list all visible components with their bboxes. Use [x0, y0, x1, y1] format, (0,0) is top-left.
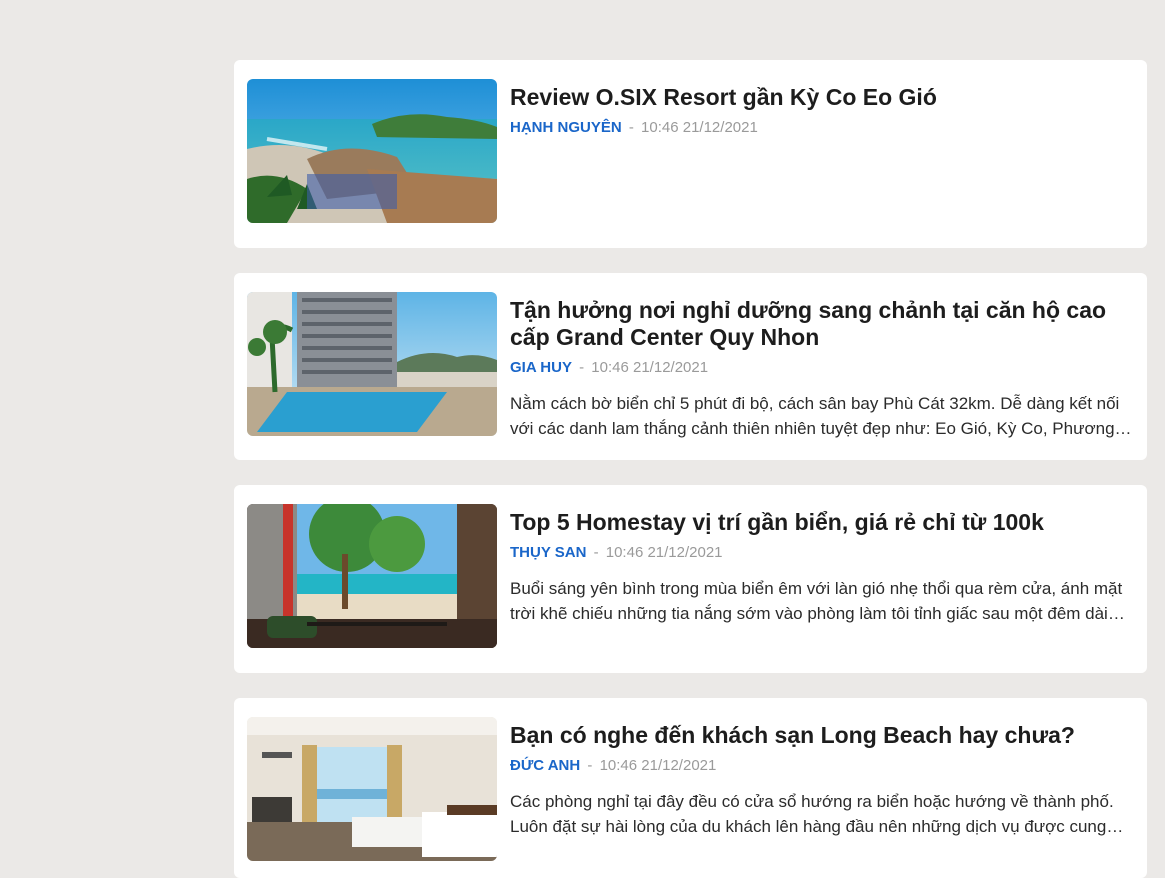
article-time: 10:46 21/12/2021	[591, 359, 709, 376]
article-title[interactable]: Tận hưởng nơi nghỉ dưỡng sang chảnh tại …	[510, 297, 1135, 351]
article-description: Buổi sáng yên bình trong mùa biển êm với…	[510, 579, 1123, 623]
article-author[interactable]: HẠNH NGUYÊN	[510, 119, 622, 136]
article-title[interactable]: Review O.SIX Resort gần Kỳ Co Eo Gió	[510, 84, 1135, 111]
article-time: 10:46 21/12/2021	[605, 544, 723, 561]
article-thumbnail[interactable]	[247, 504, 497, 648]
article-description: Nằm cách bờ biển chỉ 5 phút đi bộ, cách …	[510, 394, 1120, 438]
resort-coast-image	[247, 79, 497, 223]
article-thumbnail[interactable]	[247, 717, 497, 861]
article-thumbnail[interactable]	[247, 79, 497, 223]
article-meta: ĐỨC ANH - 10:46 21/12/2021	[510, 757, 1135, 775]
article-thumbnail[interactable]	[247, 292, 497, 436]
article-author[interactable]: THỤY SAN	[510, 544, 586, 561]
article-title[interactable]: Bạn có nghe đến khách sạn Long Beach hay…	[510, 722, 1135, 749]
article-card[interactable]: Tận hưởng nơi nghỉ dưỡng sang chảnh tại …	[234, 273, 1147, 460]
article-card[interactable]: Top 5 Homestay vị trí gần biển, giá rẻ c…	[234, 485, 1147, 673]
article-time: 10:46 21/12/2021	[641, 119, 758, 136]
article-author[interactable]: ĐỨC ANH	[510, 757, 580, 774]
meta-separator: -	[593, 544, 599, 561]
article-card[interactable]: Bạn có nghe đến khách sạn Long Beach hay…	[234, 698, 1147, 878]
hotel-pool-image	[247, 292, 497, 436]
article-title[interactable]: Top 5 Homestay vị trí gần biển, giá rẻ c…	[510, 509, 1135, 536]
homestay-window-image	[247, 504, 497, 648]
meta-separator: -	[579, 359, 585, 376]
article-meta: GIA HUY - 10:46 21/12/2021	[510, 359, 1135, 377]
article-author[interactable]: GIA HUY	[510, 359, 572, 376]
article-meta: THỤY SAN - 10:46 21/12/2021	[510, 544, 1135, 562]
meta-separator: -	[587, 757, 593, 774]
meta-separator: -	[628, 119, 634, 136]
article-time: 10:46 21/12/2021	[599, 757, 717, 774]
hotel-room-image	[247, 717, 497, 861]
article-card[interactable]: Review O.SIX Resort gần Kỳ Co Eo Gió HẠN…	[234, 60, 1147, 248]
article-meta: HẠNH NGUYÊN - 10:46 21/12/2021	[510, 119, 1135, 137]
article-description: Các phòng nghỉ tại đây đều có cửa sổ hướ…	[510, 792, 1114, 836]
